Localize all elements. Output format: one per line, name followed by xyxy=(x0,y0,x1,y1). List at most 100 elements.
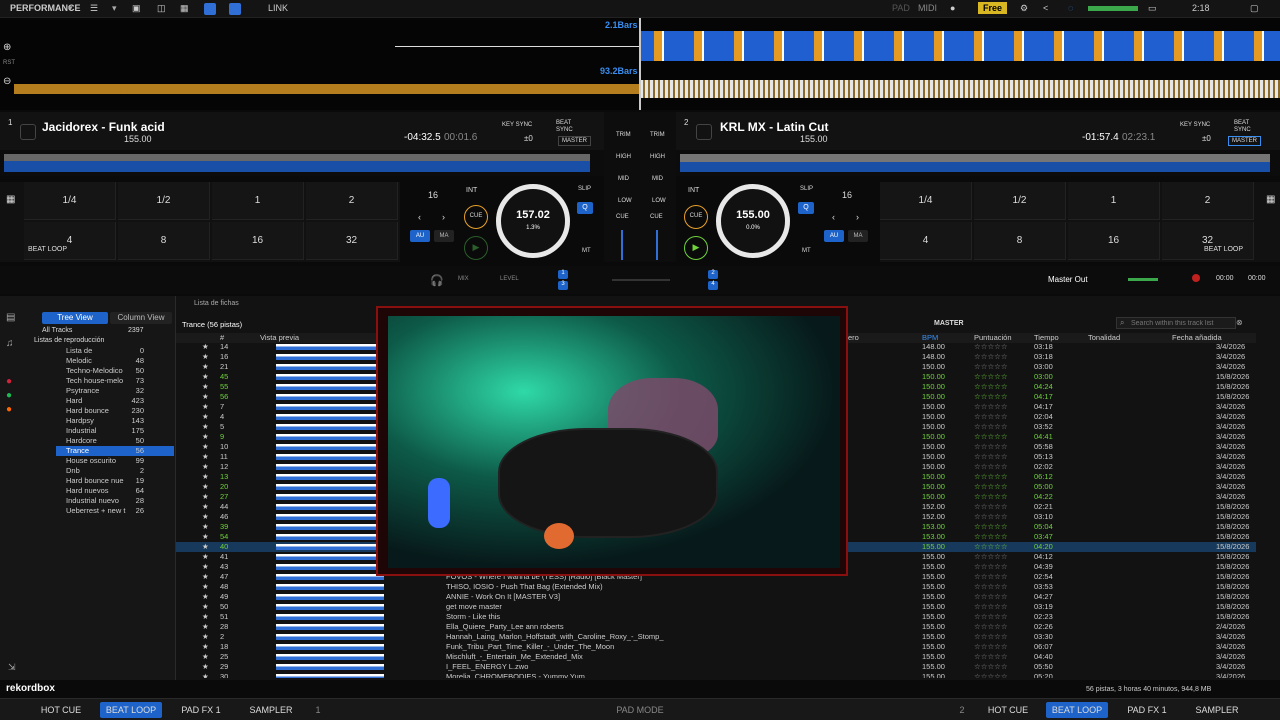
info-icon[interactable]: ● xyxy=(950,3,955,13)
waveform-display[interactable]: ⊕ RST ⊖ 2.1Bars 93.2Bars xyxy=(0,18,1280,110)
track-preview-waveform[interactable] xyxy=(276,574,384,580)
deck1-slip-button[interactable]: SLIP xyxy=(578,186,591,192)
deck1-sampler-button[interactable]: SAMPLER xyxy=(240,702,302,718)
star-icon[interactable]: ★ xyxy=(202,622,209,632)
deck1-overview-waveform[interactable] xyxy=(0,150,604,176)
star-icon[interactable]: ★ xyxy=(202,512,209,522)
playlist-item[interactable]: Industrial 175 xyxy=(56,426,174,436)
deck2-overview-waveform[interactable] xyxy=(676,150,1280,176)
deck1-loop-double-button[interactable]: › xyxy=(442,212,445,222)
deck1-play-button[interactable]: ▶ xyxy=(464,236,488,260)
star-icon[interactable]: ★ xyxy=(202,342,209,352)
rating-stars[interactable]: ☆☆☆☆☆ xyxy=(974,432,1008,442)
col-number[interactable]: # xyxy=(220,333,224,342)
deck1-hot-cue-button[interactable]: HOT CUE xyxy=(24,702,98,718)
rating-stars[interactable]: ☆☆☆☆☆ xyxy=(974,352,1008,362)
track-preview-waveform[interactable] xyxy=(276,594,384,600)
track-preview-waveform[interactable] xyxy=(276,424,384,430)
master-out-select[interactable]: Master Out xyxy=(1048,275,1088,284)
deck1-pad-8[interactable]: 32 xyxy=(306,222,398,260)
star-icon[interactable]: ★ xyxy=(202,532,209,542)
headphone-mix-label[interactable]: MIX xyxy=(458,276,469,282)
deck2-pad-1[interactable]: 1/4 xyxy=(880,182,972,220)
rating-stars[interactable]: ☆☆☆☆☆ xyxy=(974,462,1008,472)
star-icon[interactable]: ★ xyxy=(202,482,209,492)
deck2-beat-loop-button[interactable]: BEAT LOOP xyxy=(1046,702,1108,718)
rating-stars[interactable]: ☆☆☆☆☆ xyxy=(974,612,1008,622)
star-icon[interactable]: ★ xyxy=(202,362,209,372)
deck1-pad-6[interactable]: 8 xyxy=(118,222,210,260)
midi-button[interactable]: MIDI xyxy=(918,3,937,13)
playlist-icon[interactable]: ♫ xyxy=(6,338,14,349)
playlists-folder[interactable]: Listas de reproducción xyxy=(34,337,104,344)
menu-icon[interactable]: ☰ xyxy=(90,3,98,14)
rating-stars[interactable]: ☆☆☆☆☆ xyxy=(974,412,1008,422)
deck2-play-button[interactable]: ▶ xyxy=(684,236,708,260)
track-preview-waveform[interactable] xyxy=(276,544,384,550)
rating-stars[interactable]: ☆☆☆☆☆ xyxy=(974,642,1008,652)
deck1-pad-3[interactable]: 1 xyxy=(212,182,304,220)
track-preview-waveform[interactable] xyxy=(276,494,384,500)
deck2-beat-sync-button[interactable]: BEAT SYNC xyxy=(1234,120,1260,134)
recorder-icon[interactable]: ◫ xyxy=(157,3,166,14)
grid-icon[interactable]: ▦ xyxy=(180,3,189,14)
deck1-master-tempo-button[interactable]: MT xyxy=(582,248,591,254)
ch1-cue-button[interactable]: CUE xyxy=(616,214,629,220)
playlist-item[interactable]: Hard 423 xyxy=(56,396,174,406)
star-icon[interactable]: ★ xyxy=(202,642,209,652)
rating-stars[interactable]: ☆☆☆☆☆ xyxy=(974,402,1008,412)
table-row[interactable]: ★ ☆☆☆☆☆ 50 get move master 155.00 03:19 15/8/2… xyxy=(176,602,1256,612)
track-preview-waveform[interactable] xyxy=(276,434,384,440)
rating-stars[interactable]: ☆☆☆☆☆ xyxy=(974,372,1008,382)
rating-stars[interactable]: ☆☆☆☆☆ xyxy=(974,552,1008,562)
playlist-item[interactable]: Hard bounce nue 19 xyxy=(56,476,174,486)
collection-icon[interactable]: ▤ xyxy=(6,312,15,323)
beatport-icon[interactable]: ● xyxy=(6,404,12,415)
star-icon[interactable]: ★ xyxy=(202,412,209,422)
star-icon[interactable]: ★ xyxy=(202,542,209,552)
deck2-sampler-button[interactable]: SAMPLER xyxy=(1186,702,1248,718)
track-preview-waveform[interactable] xyxy=(276,364,384,370)
column-view-tab[interactable]: Column View xyxy=(110,312,172,324)
fx-icon[interactable]: ▣ xyxy=(132,3,141,14)
rating-stars[interactable]: ☆☆☆☆☆ xyxy=(974,562,1008,572)
deck2-loop-beats[interactable]: 16 xyxy=(842,190,852,200)
track-preview-waveform[interactable] xyxy=(276,524,384,530)
track-preview-waveform[interactable] xyxy=(276,614,384,620)
reset-zoom-button[interactable]: RST xyxy=(3,60,15,66)
table-row[interactable]: ★ ☆☆☆☆☆ 28 Ella_Quiere_Party_Lee ann robert… xyxy=(176,622,1256,632)
track-preview-waveform[interactable] xyxy=(276,404,384,410)
deck2-int-select[interactable]: INT xyxy=(688,187,699,194)
star-icon[interactable]: ★ xyxy=(202,582,209,592)
track-preview-waveform[interactable] xyxy=(276,484,384,490)
record-button[interactable] xyxy=(1192,274,1200,282)
deck1-pad-1[interactable]: 1/4 xyxy=(24,182,116,220)
rating-stars[interactable]: ☆☆☆☆☆ xyxy=(974,502,1008,512)
track-preview-waveform[interactable] xyxy=(276,624,384,630)
zoom-out-icon[interactable]: ⊖ xyxy=(3,76,11,87)
star-icon[interactable]: ★ xyxy=(202,632,209,642)
track-preview-waveform[interactable] xyxy=(276,644,384,650)
table-row[interactable]: ★ ☆☆☆☆☆ 25 Mischluft_-_Entertain_Me_Extende… xyxy=(176,652,1256,662)
star-icon[interactable]: ★ xyxy=(202,372,209,382)
star-icon[interactable]: ★ xyxy=(202,402,209,412)
playlist-item[interactable]: Psytrance 32 xyxy=(56,386,174,396)
col-date-added[interactable]: Fecha añadida xyxy=(1172,333,1222,342)
playlist-item[interactable]: Hardcore 50 xyxy=(56,436,174,446)
track-preview-waveform[interactable] xyxy=(276,674,384,678)
star-icon[interactable]: ★ xyxy=(202,352,209,362)
rating-stars[interactable]: ☆☆☆☆☆ xyxy=(974,422,1008,432)
star-icon[interactable]: ★ xyxy=(202,602,209,612)
deck2-cue-button[interactable]: CUE xyxy=(684,205,708,229)
clear-search-icon[interactable]: ⊗ xyxy=(1236,318,1243,327)
track-preview-waveform[interactable] xyxy=(276,504,384,510)
deck1-cue-button[interactable]: CUE xyxy=(464,205,488,229)
playlist-item[interactable]: Lista de 0 xyxy=(56,346,174,356)
deck2-slip-button[interactable]: SLIP xyxy=(800,186,813,192)
rating-stars[interactable]: ☆☆☆☆☆ xyxy=(974,582,1008,592)
deck2-auto-button[interactable]: AU xyxy=(824,230,844,242)
playlist-item[interactable]: Ueberrest + new t 26 xyxy=(56,506,174,516)
table-row[interactable]: ★ ☆☆☆☆☆ 30 Morelia_CHROMEBODIES - Yummy Yum… xyxy=(176,672,1256,678)
rating-stars[interactable]: ☆☆☆☆☆ xyxy=(974,602,1008,612)
rating-stars[interactable]: ☆☆☆☆☆ xyxy=(974,662,1008,672)
